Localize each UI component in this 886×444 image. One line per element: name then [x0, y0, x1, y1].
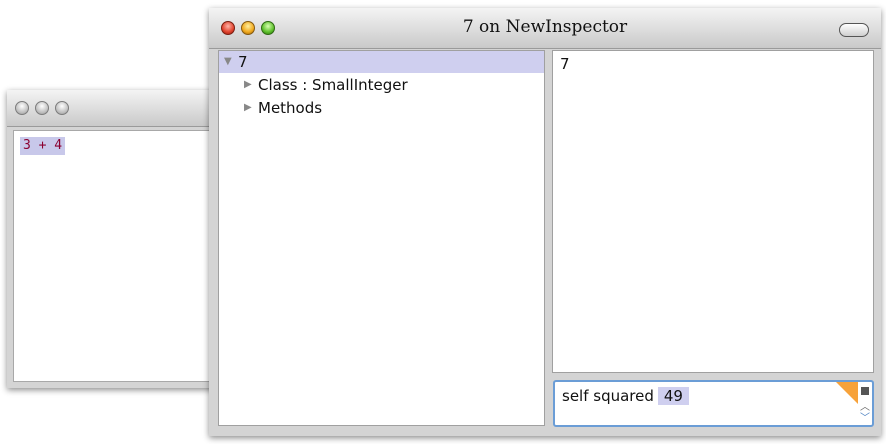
tree-row-methods[interactable]: ▶ Methods [219, 97, 544, 119]
minimize-button-inactive[interactable] [35, 101, 49, 115]
scroll-thumb-icon[interactable] [861, 387, 869, 395]
inspector-window[interactable]: 7 on NewInspector ▼ 7 ▶ Class : SmallInteg… [209, 8, 881, 436]
eval-expression: self squared [562, 387, 654, 405]
value-pane[interactable]: 7 [552, 50, 874, 373]
workspace-titlebar[interactable] [7, 90, 233, 127]
collapsed-triangle-icon[interactable]: ▶ [244, 74, 258, 96]
evaluation-input[interactable]: self squared 49 ︿ ﹀ [553, 380, 874, 427]
workspace-text-area[interactable]: 3 + 4 [13, 130, 227, 382]
close-button-inactive[interactable] [15, 101, 29, 115]
workspace-window[interactable]: 3 + 4 [7, 90, 233, 388]
tree-row-label: 7 [238, 53, 248, 71]
tree-row-class[interactable]: ▶ Class : SmallInteger [219, 74, 544, 96]
expanded-triangle-icon[interactable]: ▼ [224, 51, 238, 73]
value-text: 7 [560, 55, 570, 73]
tree-row-label: Class : SmallInteger [258, 76, 408, 94]
modified-indicator-icon [836, 382, 858, 404]
tree-row-label: Methods [258, 99, 323, 117]
zoom-button-inactive[interactable] [55, 101, 69, 115]
eval-text[interactable]: self squared 49 [562, 387, 689, 405]
inspector-titlebar[interactable]: 7 on NewInspector [209, 8, 881, 49]
window-title: 7 on NewInspector [462, 17, 628, 37]
selected-code[interactable]: 3 + 4 [20, 137, 66, 155]
collapsed-triangle-icon[interactable]: ▶ [244, 97, 258, 119]
window-collapse-button[interactable] [839, 23, 869, 37]
scroll-down-icon[interactable]: ﹀ [860, 414, 870, 424]
object-tree-pane[interactable]: ▼ 7 ▶ Class : SmallInteger ▶ Methods [218, 50, 545, 426]
scroll-up-icon[interactable]: ︿ [860, 403, 870, 413]
eval-result: 49 [657, 387, 689, 405]
tree-row-root[interactable]: ▼ 7 [219, 51, 544, 73]
